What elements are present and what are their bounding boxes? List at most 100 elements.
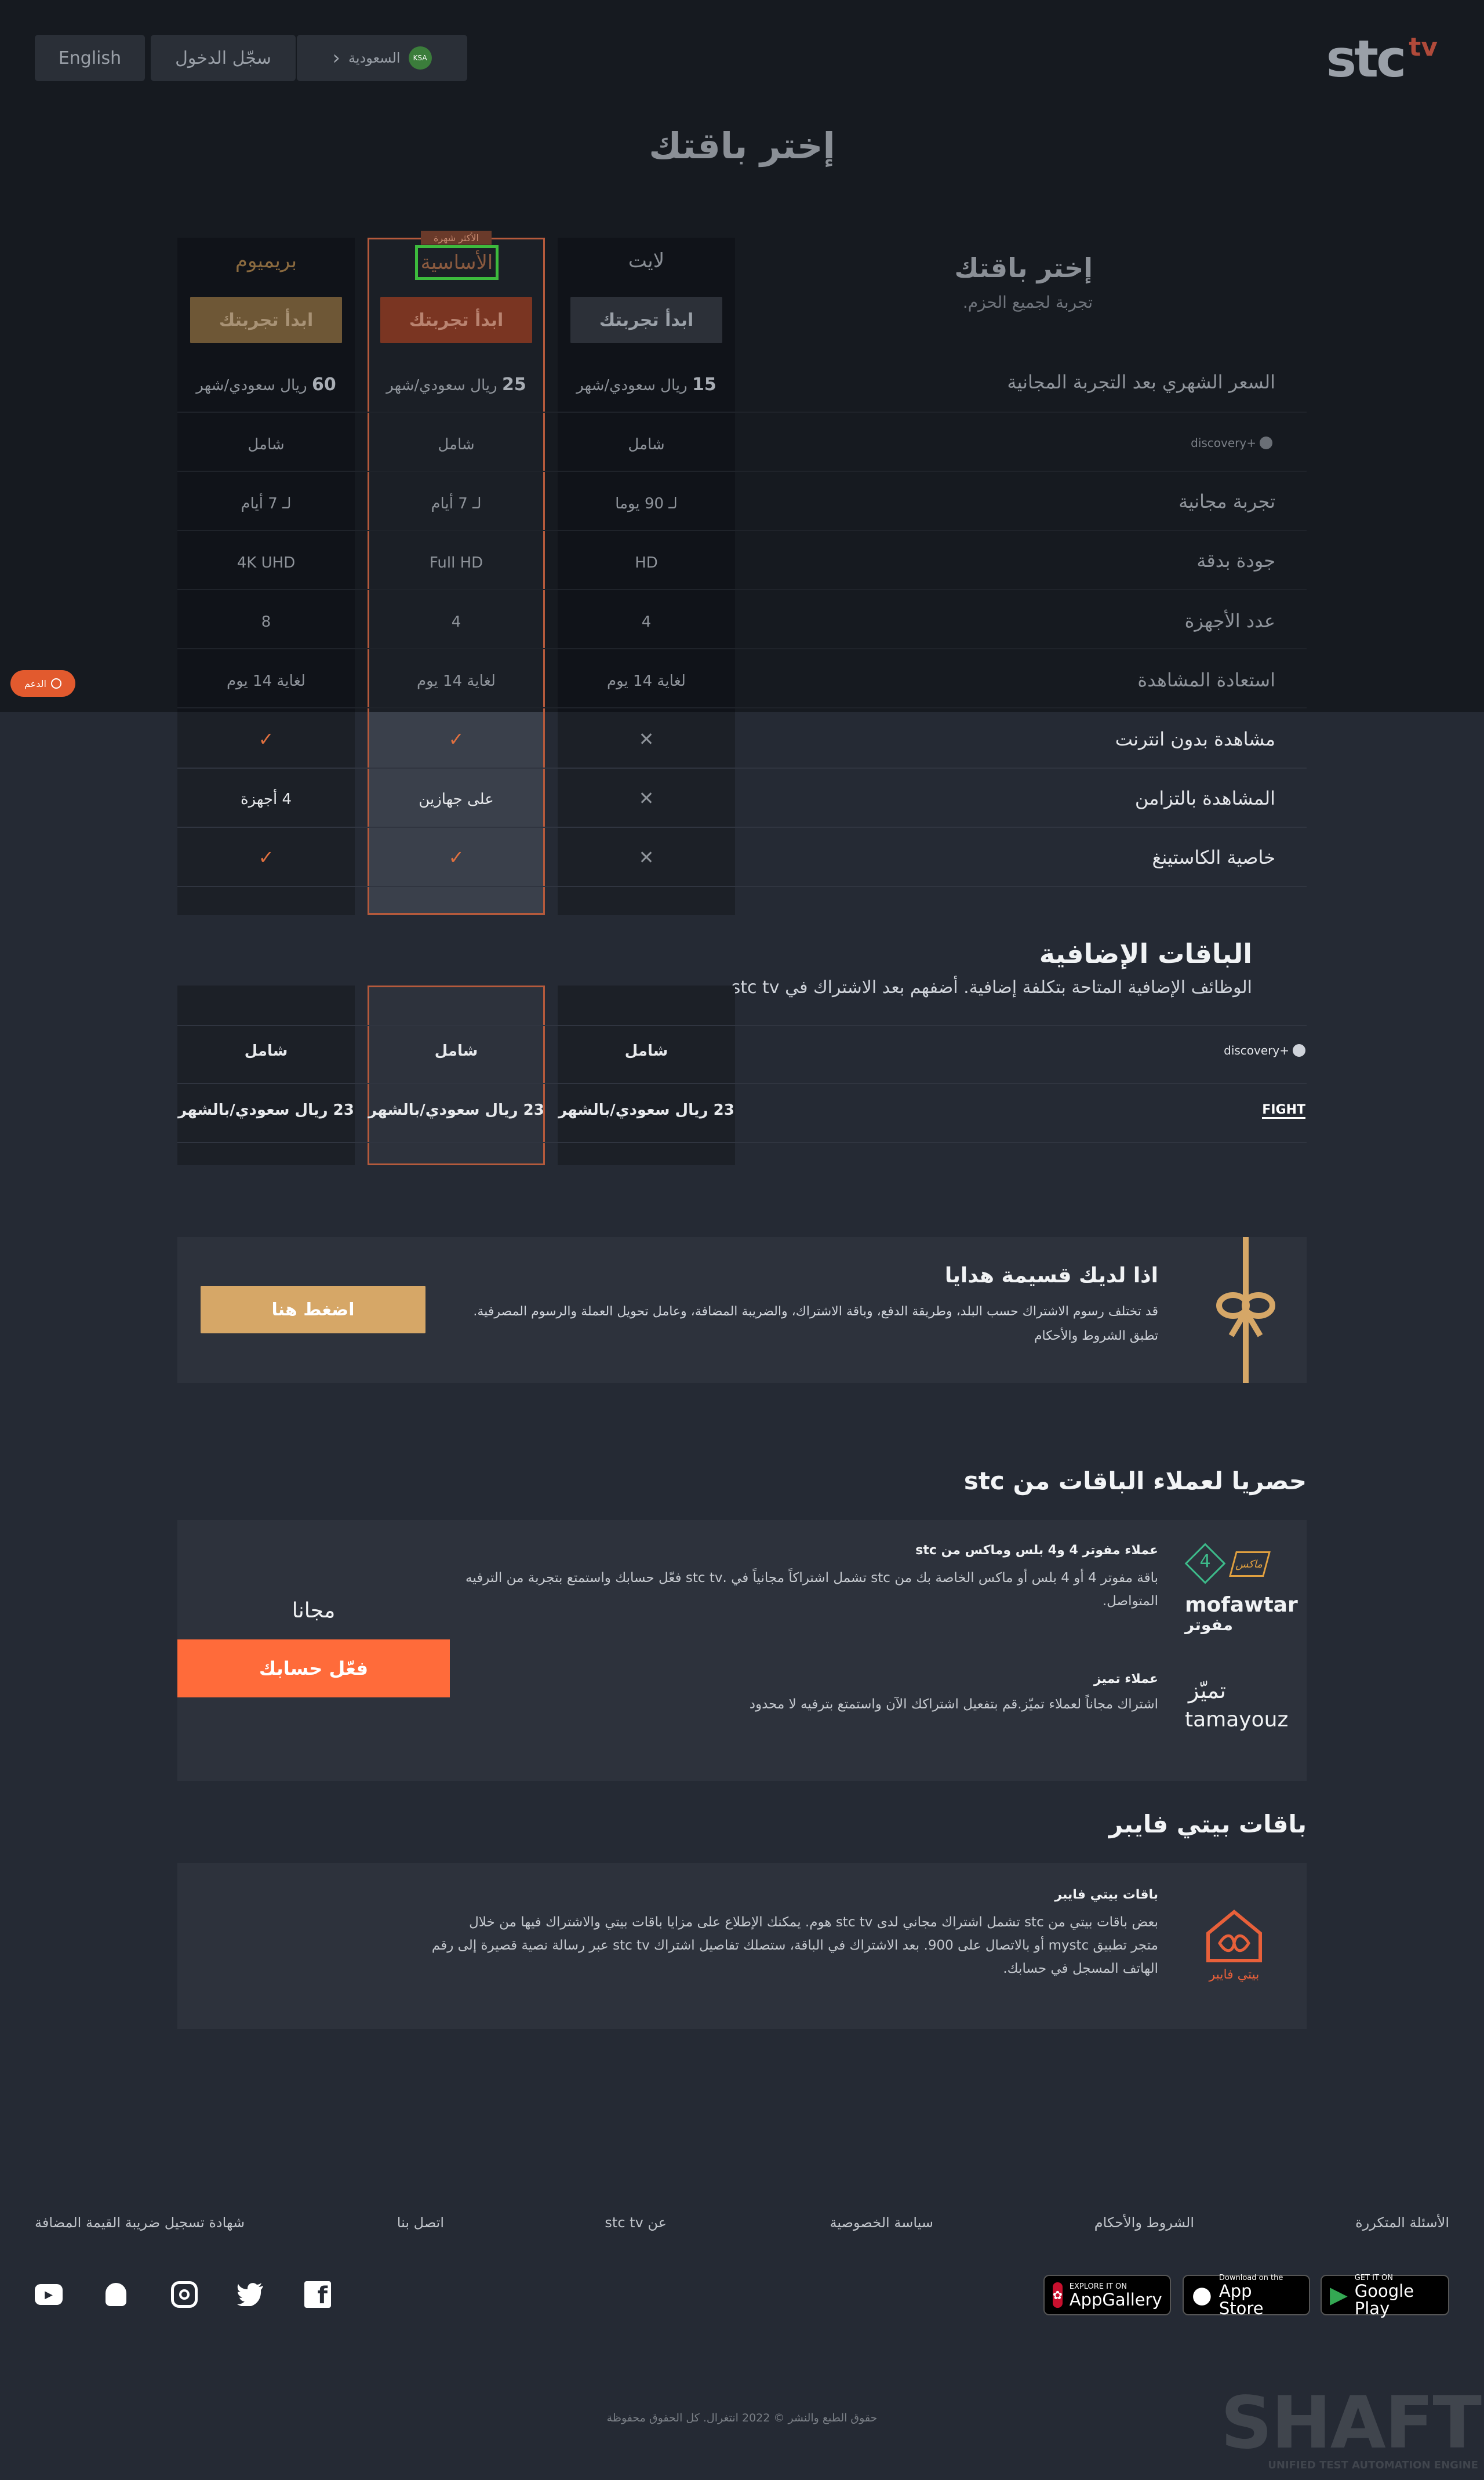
tamayouz-text: اشتراك مجاناً لعملاء تميّز.قم بتفعيل اشت… bbox=[749, 1697, 1158, 1712]
tamayouz-logo: تميّز tamayouz bbox=[1185, 1678, 1288, 1741]
cross-icon: ✕ bbox=[638, 728, 654, 750]
premium-discovery: شامل bbox=[248, 436, 285, 453]
app-store-badge[interactable]: ● Download on the App Store bbox=[1183, 2274, 1310, 2317]
mofawtar-logo-en: mofawtar bbox=[1185, 1593, 1298, 1617]
fiber-text-line3: الهاتف المسجل في حسابك. bbox=[1003, 1961, 1158, 1976]
addon-label-discovery: discovery+ bbox=[1224, 1043, 1305, 1057]
mofawtar-logo-ar: مفوتر bbox=[1185, 1615, 1233, 1634]
tamayouz-logo-en: tamayouz bbox=[1185, 1708, 1289, 1732]
fiber-text-line1: بعض باقات بيتي من stc تشمل اشتراك مجاني … bbox=[469, 1915, 1158, 1930]
plans-intro-title: إختر باقتك bbox=[954, 252, 1093, 283]
footer-link-contact[interactable]: اتصل بنا bbox=[397, 2214, 444, 2231]
fiber-text-line2: متجر تطبيق mystc أو بالاتصال على 900. بع… bbox=[431, 1938, 1158, 1953]
basic-quality: Full HD bbox=[429, 554, 483, 572]
premium-offline: ✓ bbox=[177, 728, 355, 750]
fiber-title: باقات بيتي فايبر bbox=[1108, 1810, 1307, 1838]
footer-link-faq[interactable]: الأسئلة المتكررة bbox=[1355, 2214, 1449, 2231]
row-label-free-trial: تجربة مجانية bbox=[1179, 490, 1275, 512]
basic-casting: ✓ bbox=[368, 846, 545, 868]
max-badge: ماكس bbox=[1229, 1551, 1271, 1577]
app-gallery-large: AppGallery bbox=[1069, 2289, 1162, 2310]
footer-link-terms[interactable]: الشروط والأحكام bbox=[1094, 2214, 1194, 2231]
footer-link-vat[interactable]: شهادة تسجيل ضريبة القيمة المضافة bbox=[35, 2214, 245, 2231]
fiber-panel: باقات بيتي فايبر بعض باقات بيتي من stc ت… bbox=[177, 1863, 1307, 2029]
popular-badge: الأكثر شهرة bbox=[421, 231, 492, 245]
instagram-icon[interactable] bbox=[168, 2278, 201, 2311]
app-gallery-badge[interactable]: ✿ EXPLORE IT ON AppGallery bbox=[1043, 2275, 1171, 2315]
huawei-icon: ✿ bbox=[1053, 2282, 1063, 2308]
premium-price-number: 60 bbox=[311, 374, 336, 395]
addon-column-basic bbox=[368, 986, 545, 1165]
row-divider bbox=[177, 530, 1307, 531]
row-divider bbox=[177, 886, 1307, 887]
plan-name-basic: الأساسية bbox=[415, 245, 499, 280]
stc-tv-logo[interactable]: stc tv bbox=[1326, 30, 1438, 88]
row-label-quality: جودة بدقة bbox=[1196, 550, 1275, 572]
row-divider bbox=[177, 707, 1307, 708]
row-divider bbox=[177, 768, 1307, 769]
support-button[interactable]: الدعم bbox=[10, 670, 75, 697]
lite-price: 15 ريال سعودي/شهر bbox=[558, 374, 735, 395]
gift-voucher-banner: اضغط هنا اذا لديك قسيمة هدايا قد تختلف ر… bbox=[177, 1237, 1307, 1383]
stc-customers-title: حصريا لعملاء الباقات من stc bbox=[963, 1467, 1307, 1495]
lite-addon-discovery: شامل bbox=[624, 1042, 668, 1060]
basic-addon-discovery: شامل bbox=[434, 1042, 478, 1060]
row-divider bbox=[177, 412, 1307, 413]
premium-price-unit: ريال سعودي/شهر bbox=[196, 377, 307, 394]
lite-discovery: شامل bbox=[628, 436, 665, 453]
shaft-watermark-sub: UNIFIED TEST AUTOMATION ENGINE bbox=[1268, 2459, 1478, 2471]
row-divider bbox=[177, 1142, 1307, 1143]
footer-link-privacy[interactable]: سياسة الخصوصية bbox=[830, 2214, 933, 2231]
check-icon: ✓ bbox=[448, 846, 464, 868]
discovery-icon bbox=[1260, 437, 1272, 449]
basic-addon-fight: 23 ريال سعودي/بالشهر bbox=[368, 1101, 544, 1119]
chevron-left-icon: ‹ bbox=[332, 46, 340, 70]
row-label-discovery: discovery+ bbox=[1191, 436, 1272, 450]
basic-trial-button[interactable]: ابدأ تجربتك bbox=[380, 297, 532, 343]
premium-trial-button[interactable]: ابدأ تجربتك bbox=[190, 297, 342, 343]
country-selector[interactable]: KSA السعودية ‹ bbox=[297, 35, 467, 81]
row-label-devices: عدد الأجهزة bbox=[1184, 610, 1275, 632]
google-play-icon: ▶ bbox=[1330, 2282, 1348, 2308]
lite-offline: ✕ bbox=[558, 728, 735, 750]
google-play-badge[interactable]: ▶ GET IT ON Google Play bbox=[1321, 2274, 1449, 2317]
gift-title: اذا لديك قسيمة هدايا bbox=[944, 1264, 1158, 1288]
gift-redeem-button[interactable]: اضغط هنا bbox=[201, 1286, 425, 1333]
baity-fiber-logo: بيتي فايبر bbox=[1202, 1907, 1266, 1988]
activate-account-button[interactable]: فعّل حسابك bbox=[177, 1639, 450, 1697]
snapchat-icon[interactable] bbox=[100, 2278, 132, 2311]
basic-price-number: 25 bbox=[501, 374, 526, 395]
basic-discovery: شامل bbox=[438, 436, 475, 453]
lite-devices: 4 bbox=[641, 613, 652, 631]
row-label-concurrent: المشاهدة بالتزامن bbox=[1134, 787, 1275, 809]
check-icon: ✓ bbox=[448, 728, 464, 750]
youtube-icon[interactable]: ▶ bbox=[32, 2278, 65, 2311]
premium-addon-discovery: شامل bbox=[244, 1042, 288, 1060]
lite-trial-button[interactable]: ابدأ تجربتك bbox=[570, 297, 722, 343]
check-icon: ✓ bbox=[258, 846, 274, 868]
basic-offline: ✓ bbox=[368, 728, 545, 750]
lite-price-unit: ريال سعودي/شهر bbox=[576, 377, 688, 394]
plan-name-premium: بريميوم bbox=[235, 249, 297, 272]
logo-stc: stc bbox=[1326, 29, 1407, 89]
lite-quality: HD bbox=[635, 554, 658, 572]
gift-ribbon-icon bbox=[1216, 1237, 1275, 1383]
logo-tv: tv bbox=[1409, 32, 1438, 62]
basic-catchup: لغاية 14 يوم bbox=[417, 672, 496, 690]
language-button[interactable]: English bbox=[35, 35, 145, 81]
twitter-icon[interactable] bbox=[234, 2278, 267, 2311]
login-button[interactable]: سجّل الدخول bbox=[151, 35, 296, 81]
basic-concurrent: على جهازين bbox=[419, 791, 494, 808]
tamayouz-logo-ar: تميّز bbox=[1188, 1678, 1226, 1703]
stc-customers-panel: مجانا فعّل حسابك عملاء مفوتر 4 و4 بلس وم… bbox=[177, 1520, 1307, 1781]
basic-price-unit: ريال سعودي/شهر bbox=[386, 377, 497, 394]
row-divider bbox=[177, 648, 1307, 649]
facebook-icon[interactable]: f bbox=[301, 2278, 334, 2311]
plan-name-lite: لايت bbox=[628, 249, 665, 272]
footer-link-about[interactable]: عن stc tv bbox=[605, 2214, 667, 2231]
addons-subtitle: الوظائف الإضافية المتاحة بتكلفة إضافية. … bbox=[731, 977, 1252, 998]
addon-column-lite bbox=[558, 986, 735, 1165]
check-icon: ✓ bbox=[258, 728, 274, 750]
premium-catchup: لغاية 14 يوم bbox=[227, 672, 305, 690]
cross-icon: ✕ bbox=[638, 846, 654, 868]
